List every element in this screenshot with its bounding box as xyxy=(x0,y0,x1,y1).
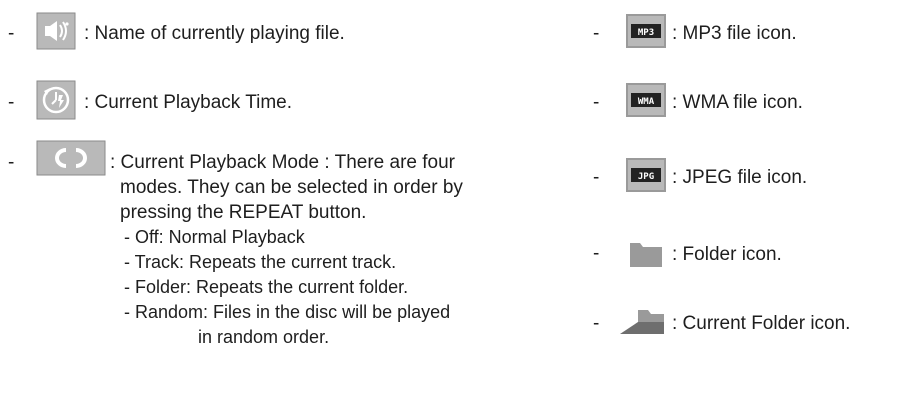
legend-item-file-name: : Name of currently playing file. xyxy=(36,11,345,57)
jpeg-file-icon: JPG xyxy=(626,158,666,198)
bullet-dash: - xyxy=(593,23,600,44)
repeat-icon xyxy=(36,140,106,181)
mode-line: : Current Playback Mode : There are four xyxy=(110,152,455,173)
legend-item-wma-text: : WMA file icon. xyxy=(672,92,803,113)
legend-item-current-folder: : Current Folder icon. xyxy=(618,307,850,341)
playback-time-icon xyxy=(36,80,76,126)
mode-option-random-continuation: in random order. xyxy=(198,327,330,347)
legend-item-mp3-text: : MP3 file icon. xyxy=(672,23,797,44)
legend-item-current-folder-text: : Current Folder icon. xyxy=(672,313,851,334)
legend-item-jpeg-text: : JPEG file icon. xyxy=(672,167,808,188)
wma-file-icon: WMA xyxy=(626,83,666,123)
jpg-badge-text: JPG xyxy=(638,172,654,182)
bullet-dash: - xyxy=(593,313,600,334)
bullet-dash: - xyxy=(8,152,15,173)
legend-item-mp3: MP3 : MP3 file icon. xyxy=(626,14,797,54)
mode-option-folder: - Folder: Repeats the current folder. xyxy=(124,277,409,297)
mode-option-random: - Random: Files in the disc will be play… xyxy=(124,302,451,322)
mode-line: modes. They can be selected in order by xyxy=(120,177,463,198)
legend-item-jpeg: JPG : JPEG file icon. xyxy=(626,158,808,198)
speaker-icon xyxy=(36,11,76,57)
legend-item-playback-time: : Current Playback Time. xyxy=(36,80,293,126)
legend-item-folder-text: : Folder icon. xyxy=(672,244,782,265)
bullet-dash: - xyxy=(593,92,600,113)
mp3-file-icon: MP3 xyxy=(626,14,666,54)
bullet-dash: - xyxy=(8,23,15,44)
mode-option-off: - Off: Normal Playback xyxy=(124,227,305,247)
legend-item-wma: WMA : WMA file icon. xyxy=(626,83,803,123)
mp3-badge-text: MP3 xyxy=(638,28,654,38)
legend-item-file-name-text: : Name of currently playing file. xyxy=(84,23,345,44)
playback-mode-description: : Current Playback Mode : There are four… xyxy=(110,150,463,350)
bullet-dash: - xyxy=(593,243,600,264)
bullet-dash: - xyxy=(593,167,600,188)
mode-line: pressing the REPEAT button. xyxy=(120,202,367,223)
legend-item-playback-time-text: : Current Playback Time. xyxy=(84,92,293,113)
folder-icon xyxy=(626,235,666,275)
bullet-dash: - xyxy=(8,92,15,113)
mode-option-track: - Track: Repeats the current track. xyxy=(124,252,397,272)
wma-badge-text: WMA xyxy=(638,97,655,107)
legend-item-folder: : Folder icon. xyxy=(626,238,782,272)
current-folder-icon xyxy=(618,304,666,344)
